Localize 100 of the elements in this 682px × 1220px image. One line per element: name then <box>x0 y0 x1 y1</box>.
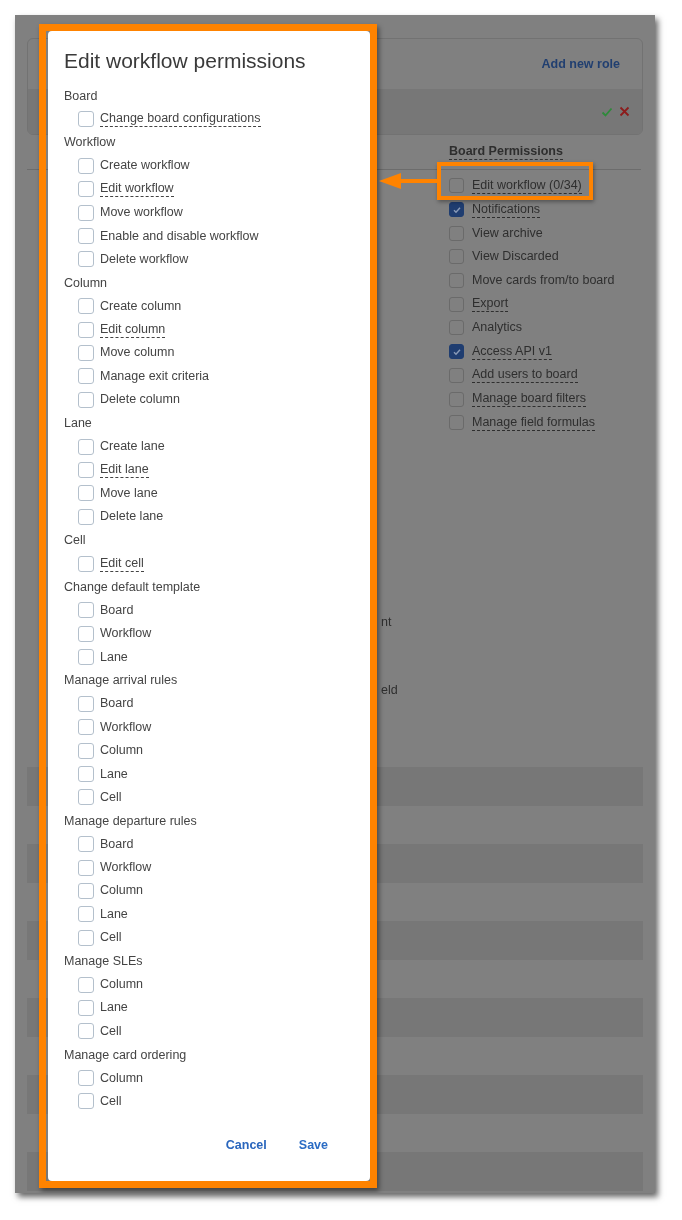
checkbox[interactable] <box>78 766 94 782</box>
group-heading: Lane <box>64 416 92 431</box>
checkbox[interactable] <box>78 649 94 666</box>
partial-text: nt <box>381 614 392 629</box>
checkbox[interactable] <box>78 1023 94 1040</box>
permission-label: View Discarded <box>472 249 559 265</box>
checkbox[interactable] <box>78 625 94 642</box>
permission-label: Change board configurations <box>100 111 261 128</box>
checkbox[interactable] <box>78 204 94 221</box>
checkbox[interactable] <box>78 719 94 736</box>
group-heading: Cell <box>64 533 86 548</box>
permission-label: Workflow <box>100 626 152 642</box>
permission-label: Delete lane <box>100 509 164 525</box>
checkbox[interactable] <box>78 111 94 128</box>
group-heading: Manage departure rules <box>64 813 197 828</box>
permission-label: Column <box>100 883 144 899</box>
checkbox[interactable] <box>78 555 94 572</box>
checkbox[interactable] <box>78 368 94 385</box>
checkbox[interactable] <box>78 485 94 502</box>
checkmark-icon <box>451 346 462 357</box>
checkbox[interactable] <box>78 438 94 455</box>
permission-label: Edit workflow <box>100 181 174 198</box>
checkbox[interactable] <box>78 859 94 876</box>
checkbox[interactable] <box>78 345 94 361</box>
permission-label: Move workflow <box>100 205 183 221</box>
permission-label: Manage exit criteria <box>100 368 210 384</box>
group-heading: Workflow <box>64 135 116 150</box>
permission-label: Edit column <box>100 321 166 338</box>
checkmark-icon <box>451 204 462 215</box>
checkbox[interactable] <box>78 789 94 806</box>
permission-label: Lane <box>100 649 128 665</box>
permission-label: Move column <box>100 345 175 361</box>
dialog-title: Edit workflow permissions <box>64 48 307 74</box>
permission-label: Notifications <box>472 201 541 218</box>
checkbox[interactable] <box>78 508 94 525</box>
group-heading: Manage arrival rules <box>64 673 178 688</box>
checkbox[interactable] <box>78 882 94 899</box>
permission-label: Cell <box>100 1094 122 1109</box>
permission-label: Lane <box>100 766 128 782</box>
checkbox[interactable] <box>78 976 94 993</box>
permission-label: Column <box>100 977 144 993</box>
permission-label: Analytics <box>472 320 523 336</box>
permission-label: Lane <box>100 1000 128 1016</box>
checkbox[interactable] <box>78 251 94 268</box>
permission-label: Delete workflow <box>100 251 189 267</box>
group-heading: Board <box>64 88 98 103</box>
checkbox[interactable] <box>78 836 94 853</box>
permission-label: Manage field formulas <box>472 414 595 431</box>
checkbox[interactable] <box>78 181 94 198</box>
check-icon[interactable] <box>601 105 613 118</box>
checkbox[interactable] <box>78 391 94 408</box>
close-icon[interactable] <box>619 106 630 117</box>
partial-text: eld <box>381 682 398 697</box>
permission-label: Board <box>100 602 134 618</box>
permission-label: Edit lane <box>100 461 149 478</box>
permission-label: Edit workflow (0/34) <box>472 177 582 194</box>
checkbox[interactable] <box>78 321 94 338</box>
arrow-icon <box>379 171 439 191</box>
permission-label: Column <box>100 1070 144 1086</box>
permission-label: Delete column <box>100 392 180 408</box>
section-heading: Board Permissions <box>449 144 563 160</box>
save-button[interactable]: Save <box>290 1134 336 1157</box>
permission-label: Create column <box>100 298 182 314</box>
permission-label: Board <box>100 836 134 852</box>
checkbox[interactable] <box>78 298 94 315</box>
checkbox[interactable] <box>78 742 94 759</box>
checkbox[interactable] <box>78 602 94 619</box>
permission-label: Board <box>100 696 134 712</box>
checkbox[interactable] <box>78 1070 94 1087</box>
permission-label: Add users to board <box>472 367 578 384</box>
checkbox[interactable] <box>449 344 464 360</box>
permission-label: Lane <box>100 906 128 922</box>
permission-label: Workflow <box>100 860 152 876</box>
permission-label: Cell <box>100 789 122 805</box>
checkbox[interactable] <box>78 228 94 245</box>
permission-label: Enable and disable workflow <box>100 228 259 244</box>
group-heading: Manage SLEs <box>64 954 143 969</box>
permission-label: View archive <box>472 225 543 241</box>
cancel-button[interactable]: Cancel <box>221 1134 271 1157</box>
checkbox[interactable] <box>78 1093 94 1110</box>
checkbox[interactable] <box>78 929 94 946</box>
add-role-link[interactable]: Add new role <box>541 57 620 71</box>
permission-label: Create lane <box>100 439 165 455</box>
permission-label: Column <box>100 743 144 759</box>
checkbox[interactable] <box>78 461 94 478</box>
permission-label: Manage board filters <box>472 391 586 408</box>
group-heading: Change default template <box>64 579 201 594</box>
permission-label: Create workflow <box>100 158 190 174</box>
checkbox[interactable] <box>78 157 94 174</box>
permission-label: Move lane <box>100 485 158 501</box>
permission-label: Access API v1 <box>472 343 552 360</box>
checkbox[interactable] <box>449 202 464 218</box>
group-heading: Column <box>64 275 108 290</box>
permission-label: Edit cell <box>100 555 144 572</box>
checkbox[interactable] <box>78 999 94 1016</box>
checkbox[interactable] <box>78 695 94 712</box>
permission-label: Workflow <box>100 719 152 735</box>
checkbox[interactable] <box>78 906 94 923</box>
permission-label: Cell <box>100 930 122 946</box>
permission-label: Cell <box>100 1023 122 1039</box>
